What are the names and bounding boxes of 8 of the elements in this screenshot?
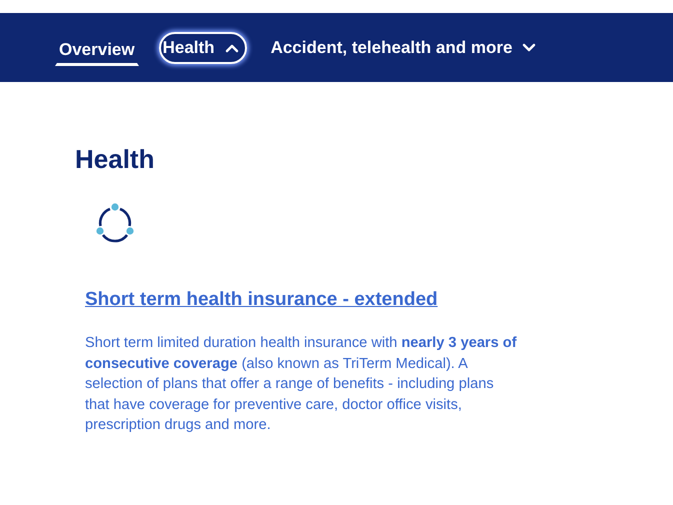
nav-tab[interactable]: Overview [55, 34, 139, 66]
chevron-down-icon [522, 42, 536, 52]
section-title: Health [75, 144, 156, 175]
nav-dropdown-tab[interactable]: Accident, telehealth and more [266, 32, 540, 64]
plan-link[interactable]: Short term health insurance - extended [85, 289, 438, 311]
nav-dropdown-tab[interactable]: Health [158, 32, 247, 64]
chevron-up-icon [224, 42, 239, 52]
plan-description: Short term limited duration health insurance with nearly 3 years of consecutive coverage (also known as TriTerm Medical). A selection of plans that offer a range of benefits - including plans that have coverage for preventive care, doctor office visits, prescription drugs and more. [85, 334, 517, 435]
